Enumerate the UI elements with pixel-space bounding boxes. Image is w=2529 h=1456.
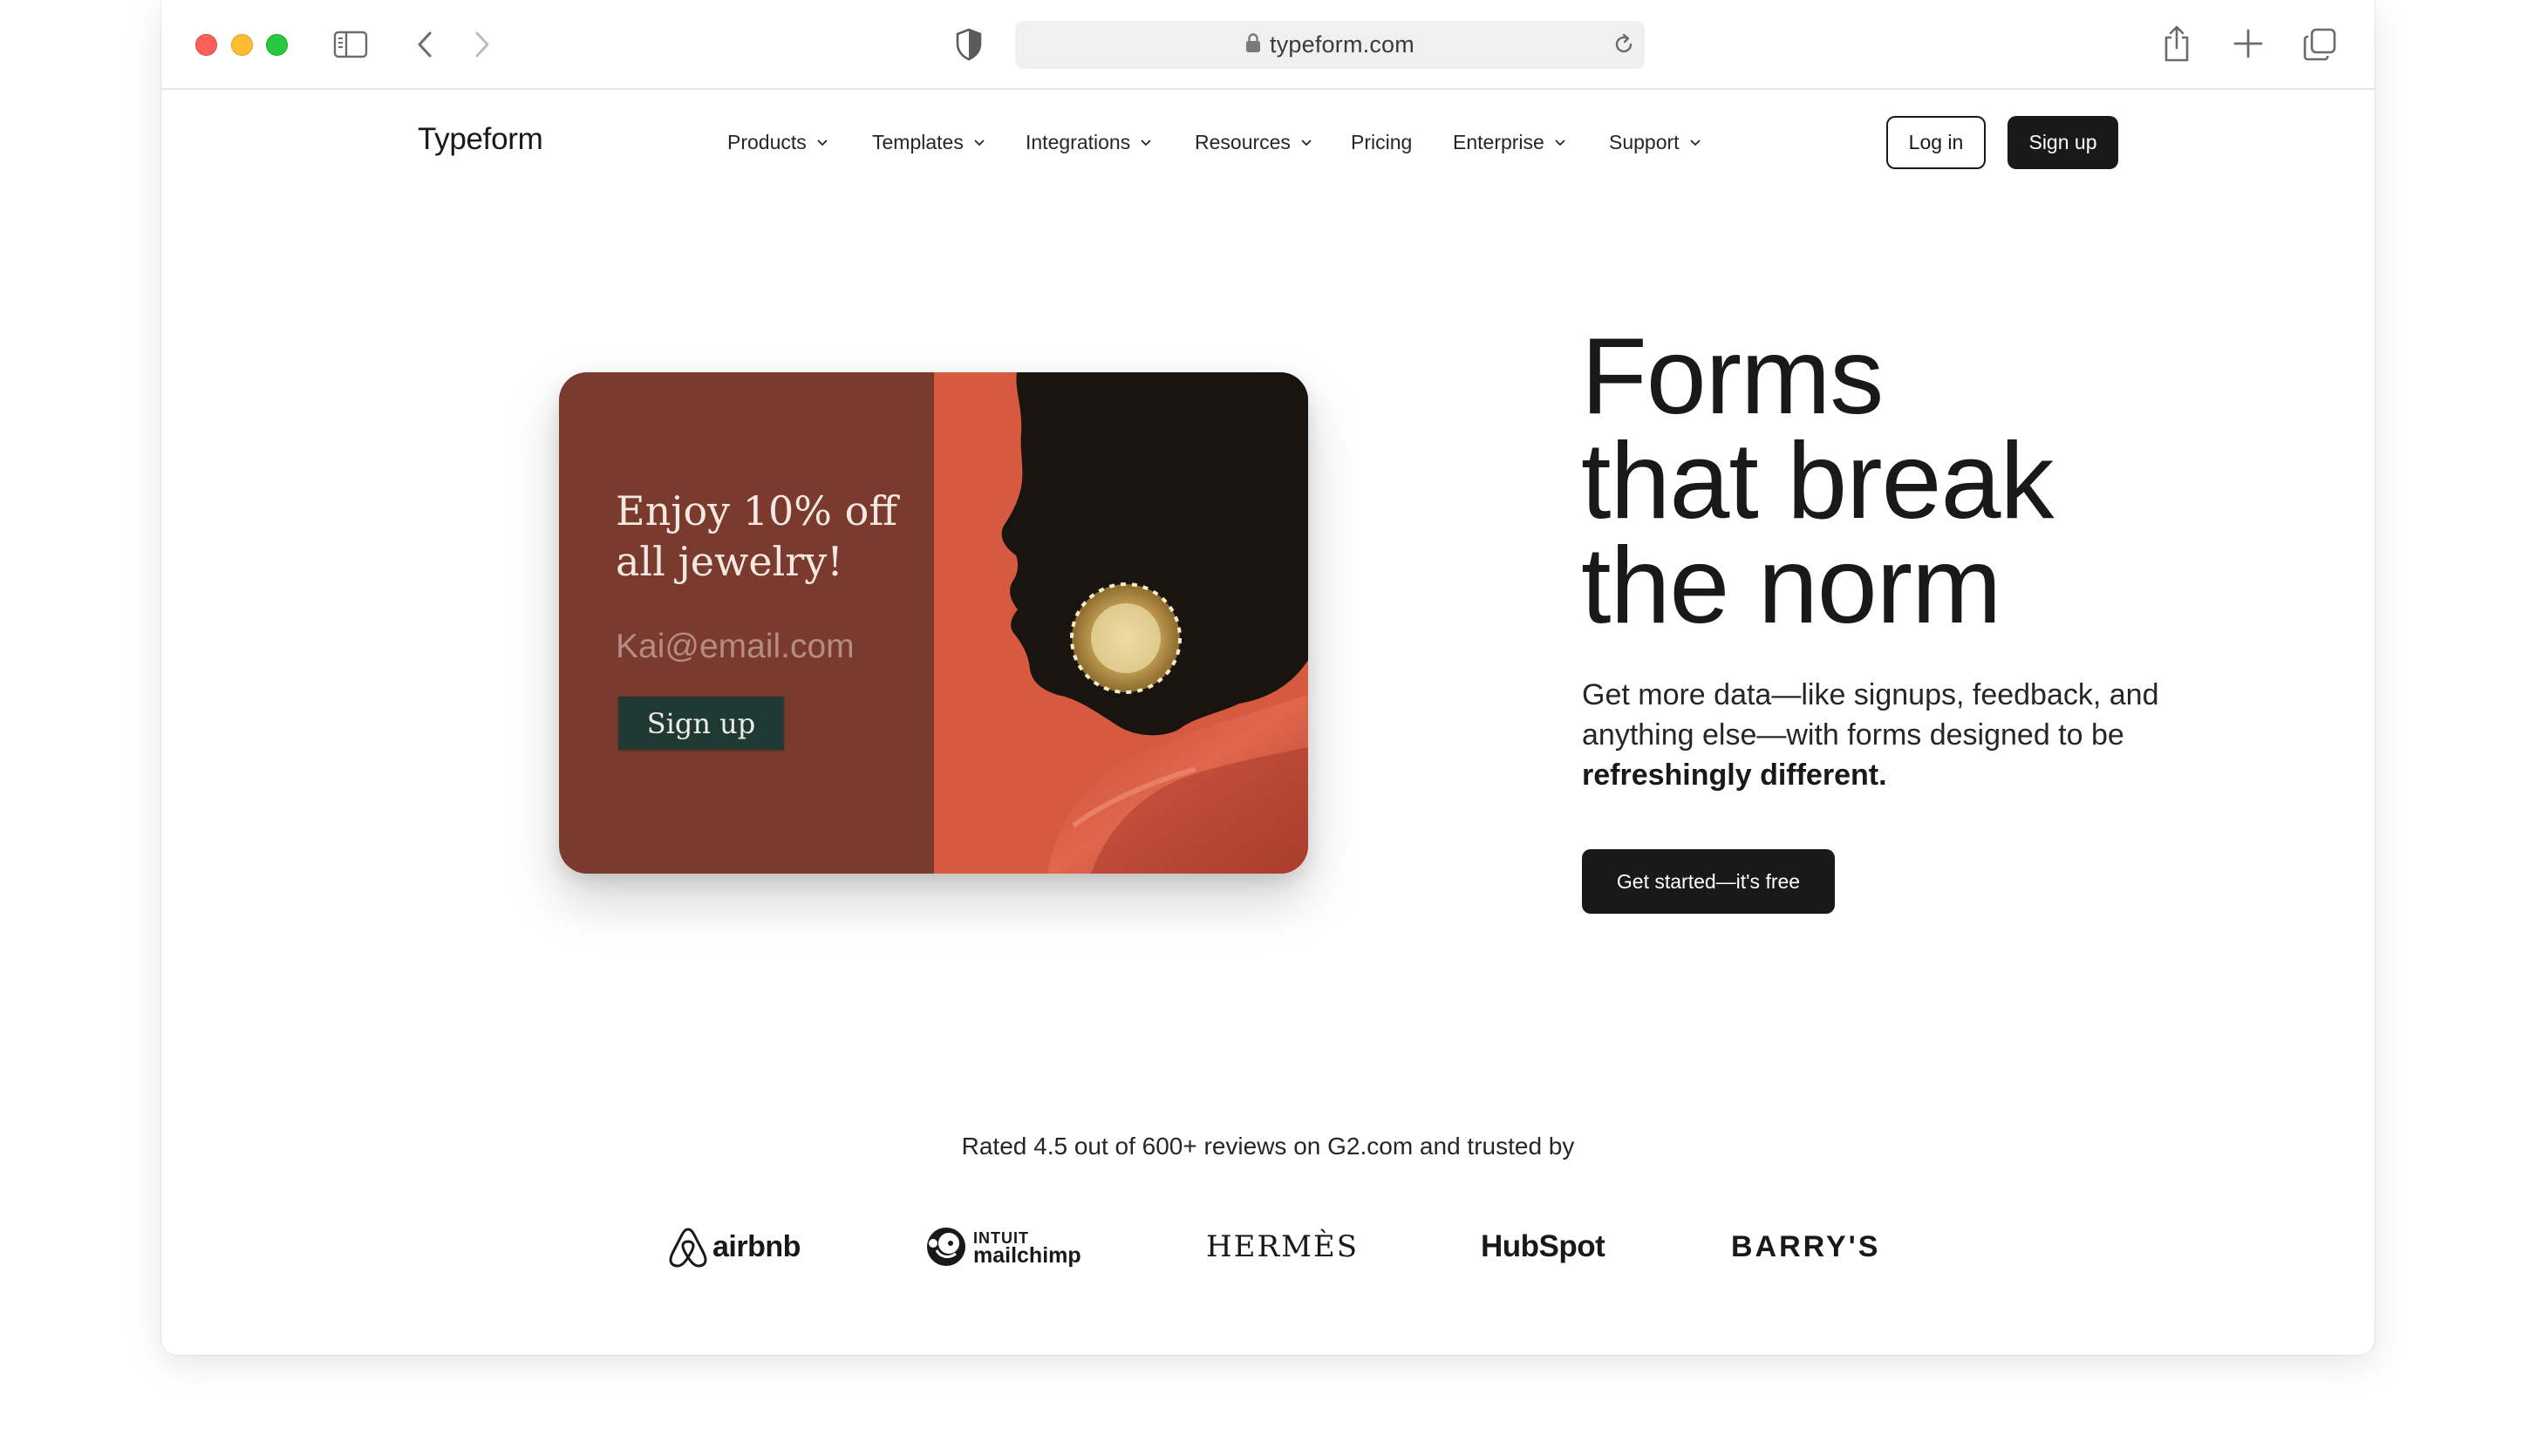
new-tab-icon[interactable]: [2233, 29, 2263, 58]
hermes-wordmark: HERMÈS: [1206, 1229, 1359, 1264]
chevron-down-icon: [1689, 139, 1701, 146]
chevron-down-icon: [1555, 139, 1565, 146]
typeform-logo[interactable]: Typeform: [418, 122, 543, 157]
barrys-logo: BARRY'S: [1731, 1221, 1880, 1273]
hermes-logo: HERMÈS: [1206, 1221, 1359, 1273]
form-signup-button: Sign up: [618, 697, 784, 750]
hero-subtext-body: Get more data—like signups, feedback, an…: [1582, 678, 2159, 752]
privacy-shield-icon[interactable]: [955, 28, 983, 61]
nav-templates[interactable]: Templates: [872, 131, 985, 154]
sidebar-toggle-icon[interactable]: [333, 30, 368, 59]
address-bar[interactable]: typeform.com: [1015, 21, 1645, 69]
tab-overview-icon[interactable]: [2303, 28, 2336, 61]
close-window-button[interactable]: [195, 34, 217, 56]
nav-resources[interactable]: Resources: [1195, 131, 1312, 154]
chevron-down-icon: [1141, 139, 1151, 146]
headline-line-2: that break: [1581, 421, 2054, 541]
barrys-wordmark: BARRY'S: [1731, 1229, 1881, 1263]
nav-label: Enterprise: [1453, 131, 1544, 153]
nav-label: Integrations: [1026, 131, 1131, 153]
form-email-placeholder: Kai@email.com: [616, 628, 855, 665]
nav-label: Resources: [1195, 131, 1291, 153]
airbnb-wordmark: airbnb: [712, 1229, 801, 1263]
zoom-window-button[interactable]: [266, 34, 288, 56]
mailchimp-wordmark: mailchimp: [973, 1243, 1081, 1268]
nav-label: Pricing: [1351, 131, 1413, 153]
share-icon[interactable]: [2162, 24, 2192, 63]
nav-support[interactable]: Support: [1609, 131, 1701, 154]
headline-line-3: the norm: [1581, 526, 2001, 646]
signup-button[interactable]: Sign up: [2008, 116, 2118, 169]
reload-icon[interactable]: [1612, 32, 1636, 61]
hero-photo: [934, 372, 1308, 874]
headline-line-1: Forms: [1581, 316, 1884, 437]
chevron-down-icon: [1301, 139, 1312, 146]
mailchimp-freddie-icon: [927, 1228, 965, 1266]
browser-toolbar: typeform.com: [161, 0, 2375, 90]
form-title: Enjoy 10% off all jewelry!: [616, 487, 898, 585]
lock-icon: [1245, 32, 1261, 58]
airbnb-icon: [669, 1228, 707, 1268]
back-icon[interactable]: [414, 30, 435, 59]
browser-window: typeform.com Typeform Products Templates…: [161, 0, 2375, 1355]
mailchimp-logo: INTUIT mailchimp: [924, 1221, 1081, 1273]
hero-subtext: Get more data—like signups, feedback, an…: [1582, 675, 2245, 795]
hubspot-wordmark: HubSpot: [1481, 1229, 1605, 1263]
nav-label: Products: [727, 131, 807, 153]
nav-label: Templates: [872, 131, 964, 153]
hero-subtext-emphasis: refreshingly different.: [1582, 759, 1887, 792]
nav-enterprise[interactable]: Enterprise: [1453, 131, 1565, 154]
chevron-down-icon: [974, 139, 985, 146]
hubspot-logo: HubSpot: [1481, 1221, 1605, 1273]
nav-label: Support: [1609, 131, 1680, 153]
chevron-down-icon: [817, 139, 828, 146]
rating-statement: Rated 4.5 out of 600+ reviews on G2.com …: [961, 1133, 1575, 1160]
forward-icon[interactable]: [472, 30, 493, 59]
login-button[interactable]: Log in: [1886, 116, 1986, 169]
hero-form-preview-card: Enjoy 10% off all jewelry! Kai@email.com…: [559, 372, 1308, 874]
form-panel: Enjoy 10% off all jewelry! Kai@email.com…: [559, 372, 934, 874]
url-text: typeform.com: [1270, 31, 1414, 58]
minimize-window-button[interactable]: [231, 34, 253, 56]
nav-integrations[interactable]: Integrations: [1026, 131, 1151, 154]
nav-pricing[interactable]: Pricing: [1351, 131, 1412, 154]
hero-headline: Forms that break the norm: [1581, 316, 2279, 646]
nav-products[interactable]: Products: [727, 131, 828, 154]
airbnb-logo: airbnb: [669, 1221, 801, 1273]
get-started-button[interactable]: Get started—it's free: [1582, 849, 1835, 914]
